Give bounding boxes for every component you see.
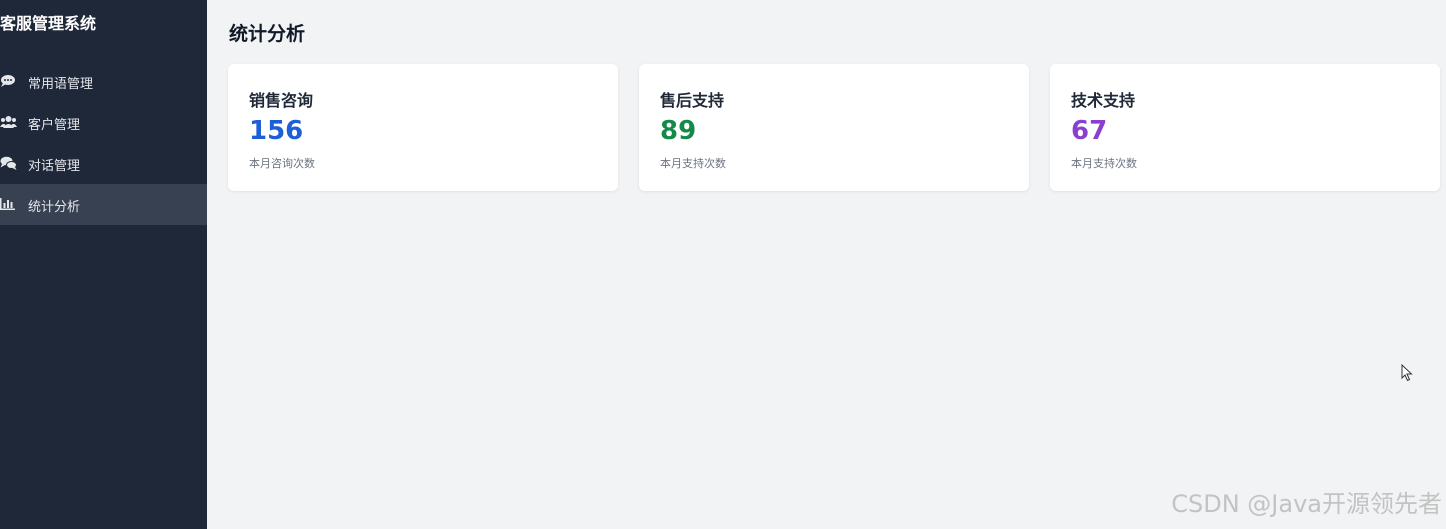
sidebar-nav: 常用语管理 客户管理 对话管理 统计分析	[0, 61, 207, 225]
card-caption: 本月咨询次数	[249, 157, 315, 170]
sidebar-item-label: 客户管理	[28, 118, 81, 133]
bar-chart-icon	[0, 198, 15, 210]
card-title: 技术支持	[1071, 91, 1136, 110]
sidebar-item-conversations[interactable]: 对话管理	[0, 143, 207, 184]
comments-icon	[0, 156, 17, 170]
card-caption: 本月支持次数	[660, 157, 726, 170]
mouse-cursor-icon	[1401, 364, 1413, 382]
users-icon	[0, 116, 17, 128]
sidebar-item-label: 常用语管理	[28, 77, 94, 92]
stat-card-tech-support: 技术支持 67 本月支持次数	[1050, 64, 1440, 191]
app-title: 客服管理系统	[0, 14, 97, 33]
card-value: 156	[249, 116, 304, 146]
sidebar-item-label: 对话管理	[28, 159, 81, 174]
card-value: 89	[660, 116, 697, 146]
stat-card-after-sales: 售后支持 89 本月支持次数	[639, 64, 1029, 191]
main-content: 统计分析 销售咨询 156 本月咨询次数 售后支持 89 本月支持次数 技术支持…	[207, 0, 1446, 529]
card-title: 售后支持	[660, 91, 725, 110]
card-value: 67	[1071, 116, 1108, 146]
sidebar-item-label: 统计分析	[28, 200, 81, 215]
page-title: 统计分析	[229, 23, 306, 45]
sidebar: 客服管理系统 常用语管理 客户管理 对话管理 统计分析	[0, 0, 207, 529]
card-title: 销售咨询	[249, 91, 314, 110]
stat-card-sales: 销售咨询 156 本月咨询次数	[228, 64, 618, 191]
sidebar-item-phrases[interactable]: 常用语管理	[0, 61, 207, 102]
card-caption: 本月支持次数	[1071, 157, 1137, 170]
sidebar-item-customers[interactable]: 客户管理	[0, 102, 207, 143]
comment-icon	[1, 75, 15, 87]
sidebar-item-statistics[interactable]: 统计分析	[0, 184, 207, 225]
watermark: CSDN @Java开源领先者	[1171, 490, 1442, 518]
